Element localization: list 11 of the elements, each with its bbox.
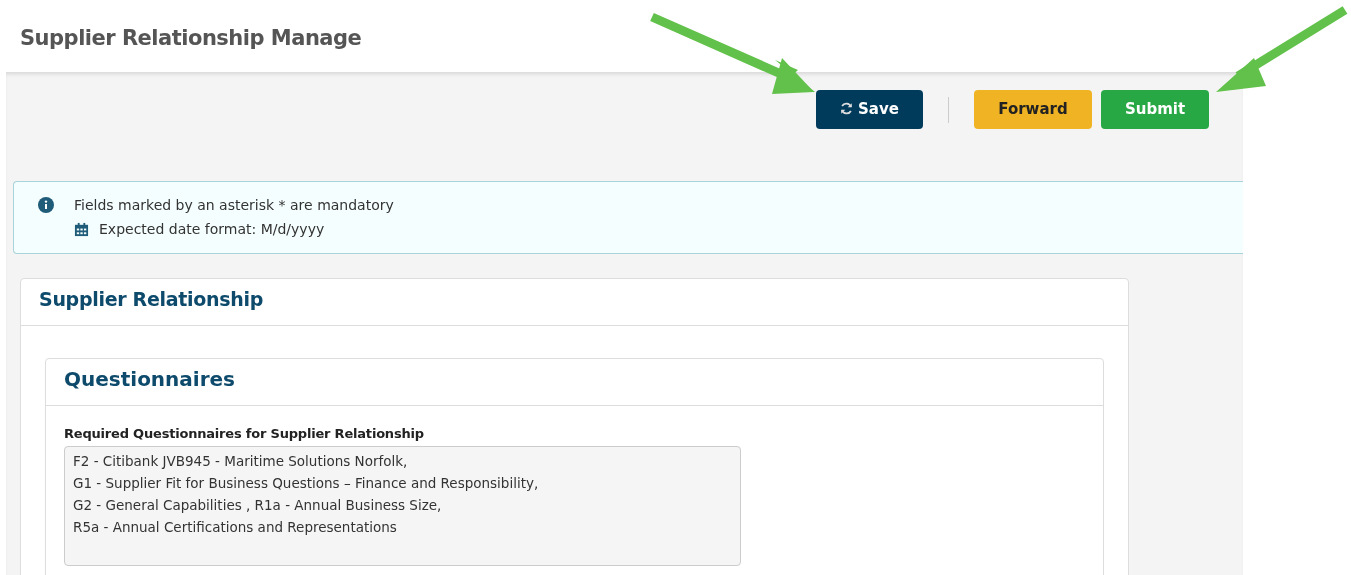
panel-title: Questionnaires [64,367,237,391]
forward-button[interactable]: Forward [974,90,1092,129]
info-icon [38,197,54,213]
save-button[interactable]: Save [816,90,923,129]
field-label: Required Questionnaires for Supplier Relationship [64,425,425,443]
notice-text: Fields marked by an asterisk * are mandatory [74,196,394,215]
notice-text: Expected date format: M/d/yyyy [99,220,325,239]
questionnaires-field[interactable]: F2 - Citibank JVB945 - Maritime Solutions Norfolk, G1 - Supplier Fit for Business Questions – Finance and Responsibility, G2 - General Capabilities , R1a - Annual Business Size, R5a - Annual Certifications and Representations [64,445,741,566]
calendar-icon [74,221,89,237]
section-title: Supplier Relationship [39,288,264,311]
page-title: Supplier Relationship Manage [20,26,363,52]
